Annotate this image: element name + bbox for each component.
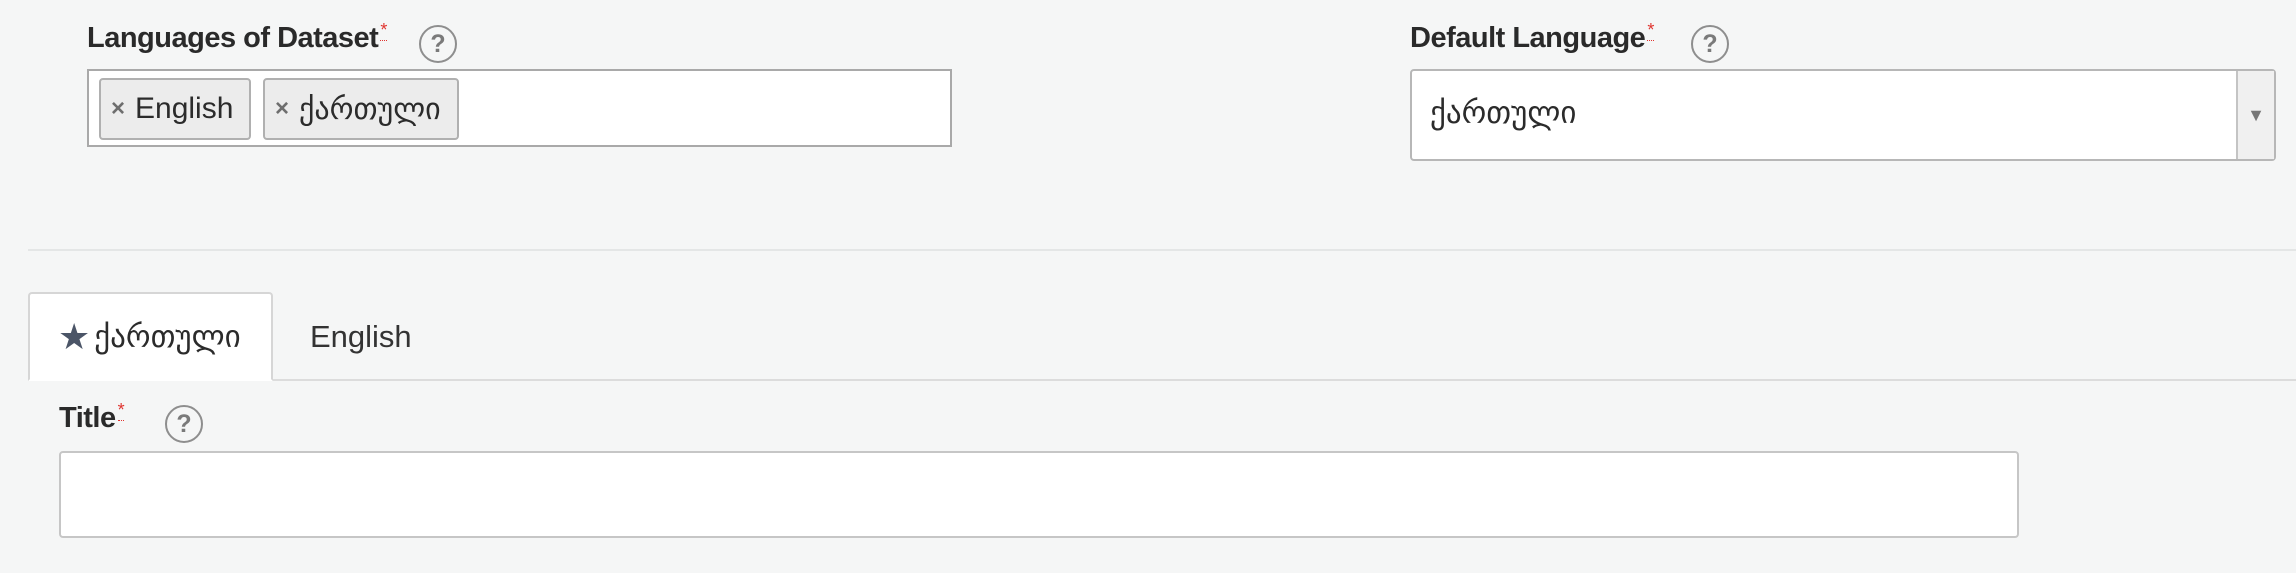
title-label-text: Title	[59, 402, 116, 434]
tag-label: ქართული	[299, 92, 441, 126]
help-icon[interactable]: ?	[419, 25, 457, 63]
languages-label-text: Languages of Dataset	[87, 22, 379, 54]
remove-tag-icon[interactable]: ×	[111, 95, 125, 123]
tag-label: English	[135, 92, 234, 125]
section-divider	[28, 249, 2296, 251]
remove-tag-icon[interactable]: ×	[275, 95, 289, 123]
tab-georgian[interactable]: ★ ქართული	[28, 292, 273, 381]
default-language-label: Default Language *	[1410, 20, 1654, 55]
default-language-label-text: Default Language	[1410, 22, 1646, 54]
help-icon[interactable]: ?	[165, 405, 203, 443]
language-tag-english: × English	[99, 78, 252, 140]
required-marker: *	[1647, 20, 1654, 41]
default-language-select[interactable]: ქართული ▼	[1410, 69, 2276, 161]
tab-english[interactable]: English	[310, 292, 412, 381]
title-input[interactable]	[59, 451, 2019, 538]
language-tag-georgian: × ქართული	[263, 78, 459, 140]
languages-label: Languages of Dataset *	[87, 20, 387, 55]
help-icon[interactable]: ?	[1691, 25, 1729, 63]
star-icon: ★	[58, 315, 91, 357]
required-marker: *	[117, 400, 125, 421]
tab-label: ქართული	[94, 318, 241, 354]
dropdown-arrow-icon[interactable]: ▼	[2236, 71, 2274, 159]
required-marker: *	[380, 20, 387, 41]
languages-multiselect[interactable]: × English × ქართული	[87, 69, 952, 147]
tab-label: English	[310, 318, 412, 354]
title-label: Title *	[59, 400, 125, 435]
selected-language: ქართული	[1430, 95, 1577, 130]
